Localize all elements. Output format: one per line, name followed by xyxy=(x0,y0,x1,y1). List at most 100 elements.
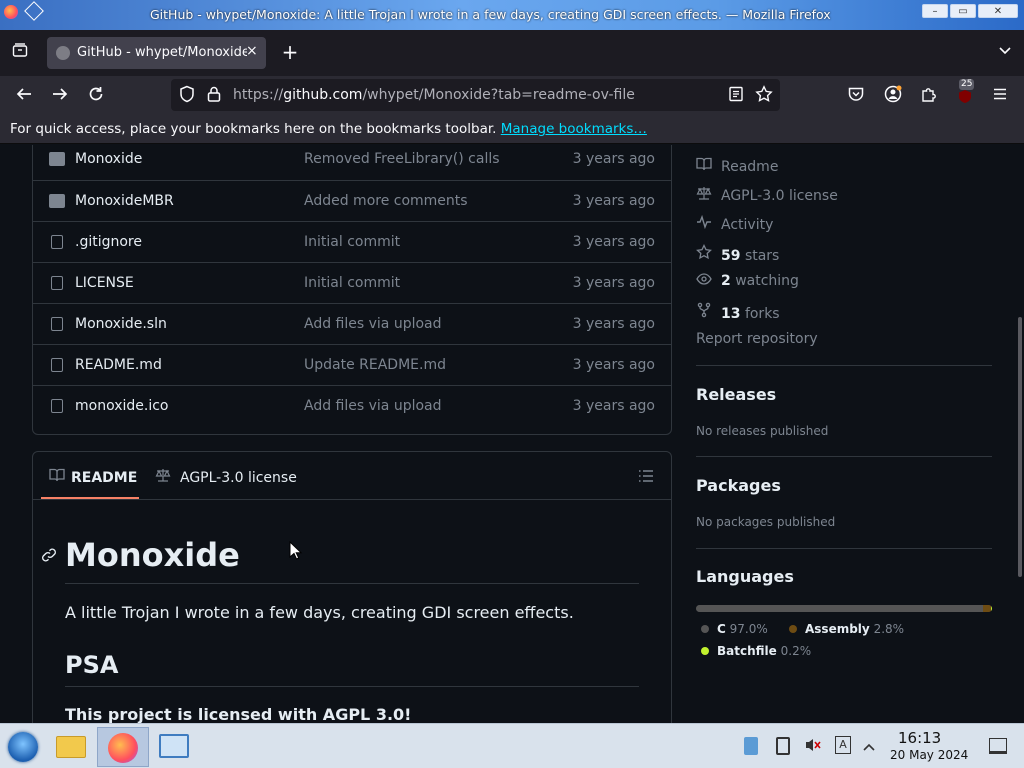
taskbar-firefox[interactable] xyxy=(97,727,149,767)
file-row-gitignore[interactable]: .gitignore Initial commit 3 years ago xyxy=(33,221,671,262)
tab-readme[interactable]: README xyxy=(49,468,137,486)
releases-empty-text: No releases published xyxy=(696,424,829,438)
minimize-button[interactable]: – xyxy=(922,4,948,18)
commit-message[interactable]: Update README.md xyxy=(304,357,446,373)
language-bar-segment-batchfile xyxy=(991,605,992,612)
page-scrollbar[interactable] xyxy=(1016,145,1024,723)
file-row-monoxide-ico[interactable]: monoxide.ico Add files via upload 3 year… xyxy=(33,385,671,426)
readme-subheading: PSA xyxy=(65,651,119,679)
report-repository-link[interactable]: Report repository xyxy=(696,331,818,347)
close-window-button[interactable]: ✕ xyxy=(978,4,1018,18)
anchor-link-icon[interactable] xyxy=(41,547,57,567)
languages-heading: Languages xyxy=(696,567,794,586)
language-assembly[interactable]: Assembly 2.8% xyxy=(789,622,904,636)
file-row-readme-md[interactable]: README.md Update README.md 3 years ago xyxy=(33,344,671,385)
tray-input-method-icon[interactable]: A xyxy=(835,736,851,754)
file-row-monoxidembr[interactable]: MonoxideMBR Added more comments 3 years … xyxy=(33,180,671,221)
pocket-icon[interactable] xyxy=(845,85,867,107)
commit-message[interactable]: Add files via upload xyxy=(304,316,442,332)
bookmark-star-icon[interactable] xyxy=(753,85,775,107)
account-icon[interactable] xyxy=(882,85,904,107)
pulse-icon xyxy=(696,214,712,233)
file-row-monoxide-sln[interactable]: Monoxide.sln Add files via upload 3 year… xyxy=(33,303,671,344)
file-name[interactable]: .gitignore xyxy=(75,234,142,250)
file-name[interactable]: MonoxideMBR xyxy=(75,193,174,209)
file-name[interactable]: Monoxide.sln xyxy=(75,316,167,332)
commit-message[interactable]: Add files via upload xyxy=(304,398,442,414)
tray-clipboard-icon[interactable] xyxy=(776,737,790,755)
start-menu-button[interactable] xyxy=(2,727,48,767)
url-text[interactable]: https://github.com/whypet/Monoxide?tab=r… xyxy=(233,87,635,103)
sidebar-activity-link[interactable]: Activity xyxy=(696,214,773,233)
file-row-license[interactable]: LICENSE Initial commit 3 years ago xyxy=(33,262,671,303)
language-c[interactable]: C 97.0% xyxy=(701,622,768,636)
forward-arrow-icon[interactable] xyxy=(49,85,71,107)
tray-speaker-muted-icon[interactable] xyxy=(804,736,822,758)
hamburger-menu-icon[interactable] xyxy=(989,85,1011,107)
extensions-puzzle-icon[interactable] xyxy=(918,85,940,107)
maximize-button[interactable]: ▭ xyxy=(950,4,976,18)
divider xyxy=(696,365,992,366)
tab-manager-icon[interactable] xyxy=(9,42,31,64)
sidebar-watching-link[interactable]: 2 watching xyxy=(696,273,799,289)
sidebar-license-link[interactable]: AGPL-3.0 license xyxy=(696,186,838,204)
divider xyxy=(696,548,992,549)
mouse-cursor-icon xyxy=(289,540,303,565)
firefox-icon[interactable] xyxy=(4,5,18,19)
tab-license[interactable]: AGPL-3.0 license xyxy=(155,468,297,486)
commit-message[interactable]: Added more comments xyxy=(304,193,468,209)
book-icon xyxy=(696,157,712,175)
file-name[interactable]: monoxide.ico xyxy=(75,398,169,414)
show-desktop-icon[interactable] xyxy=(989,738,1007,754)
file-name[interactable]: README.md xyxy=(75,357,162,373)
packages-heading[interactable]: Packages xyxy=(696,476,781,495)
commit-message[interactable]: Removed FreeLibrary() calls xyxy=(304,151,500,167)
releases-heading[interactable]: Releases xyxy=(696,385,776,404)
github-favicon-icon xyxy=(56,46,70,60)
folder-icon xyxy=(49,194,65,208)
file-name[interactable]: LICENSE xyxy=(75,275,134,291)
scale-icon xyxy=(155,468,171,486)
reload-icon[interactable] xyxy=(85,85,107,107)
pin-icon[interactable] xyxy=(24,1,44,21)
reader-view-icon[interactable] xyxy=(725,85,747,107)
commit-message[interactable]: Initial commit xyxy=(304,234,400,250)
list-all-tabs-chevron-icon[interactable] xyxy=(994,42,1016,64)
file-name[interactable]: Monoxide xyxy=(75,151,142,167)
tray-expand-chevron-icon[interactable] xyxy=(862,738,876,757)
divider xyxy=(696,456,992,457)
file-icon xyxy=(51,276,63,290)
scrollbar-thumb[interactable] xyxy=(1018,317,1022,577)
sidebar-readme-link[interactable]: Readme xyxy=(696,157,778,175)
commit-time: 3 years ago xyxy=(572,316,655,332)
language-dot xyxy=(789,625,797,633)
lock-icon[interactable] xyxy=(203,85,225,107)
tracking-protection-shield-icon[interactable] xyxy=(176,85,198,107)
clock-date[interactable]: 20 May 2024 xyxy=(890,748,968,762)
outline-list-icon[interactable] xyxy=(638,468,654,487)
taskbar-control-panel[interactable] xyxy=(151,727,197,767)
taskbar-file-explorer[interactable] xyxy=(49,727,95,767)
manage-bookmarks-link[interactable]: Manage bookmarks… xyxy=(501,121,647,137)
bookmarks-message: For quick access, place your bookmarks h… xyxy=(10,121,647,137)
url-bar[interactable]: https://github.com/whypet/Monoxide?tab=r… xyxy=(171,79,780,111)
control-panel-icon xyxy=(159,734,189,758)
divider xyxy=(65,686,639,687)
tab-close-icon[interactable]: × xyxy=(246,43,258,59)
language-batchfile[interactable]: Batchfile 0.2% xyxy=(701,644,811,658)
sidebar-forks-link[interactable]: 13 forks xyxy=(696,302,780,322)
file-icon xyxy=(51,358,63,372)
sidebar-stars-link[interactable]: 59 stars xyxy=(696,243,779,264)
clock-time[interactable]: 16:13 xyxy=(898,729,941,747)
language-dot xyxy=(701,625,709,633)
back-arrow-icon[interactable] xyxy=(13,85,35,107)
commit-message[interactable]: Initial commit xyxy=(304,275,400,291)
tab-label: GitHub - whypet/Monoxide xyxy=(77,45,247,60)
new-tab-button[interactable]: + xyxy=(279,42,301,64)
eye-icon xyxy=(696,273,712,289)
tray-shield-icon[interactable] xyxy=(744,737,758,755)
readme-tabs: README AGPL-3.0 license xyxy=(33,452,671,500)
tab-github-monoxide[interactable]: GitHub - whypet/Monoxide × xyxy=(47,37,266,69)
file-row-monoxide[interactable]: Monoxide Removed FreeLibrary() calls 3 y… xyxy=(33,145,671,180)
ublock-extension-icon[interactable]: 25 xyxy=(954,79,976,107)
